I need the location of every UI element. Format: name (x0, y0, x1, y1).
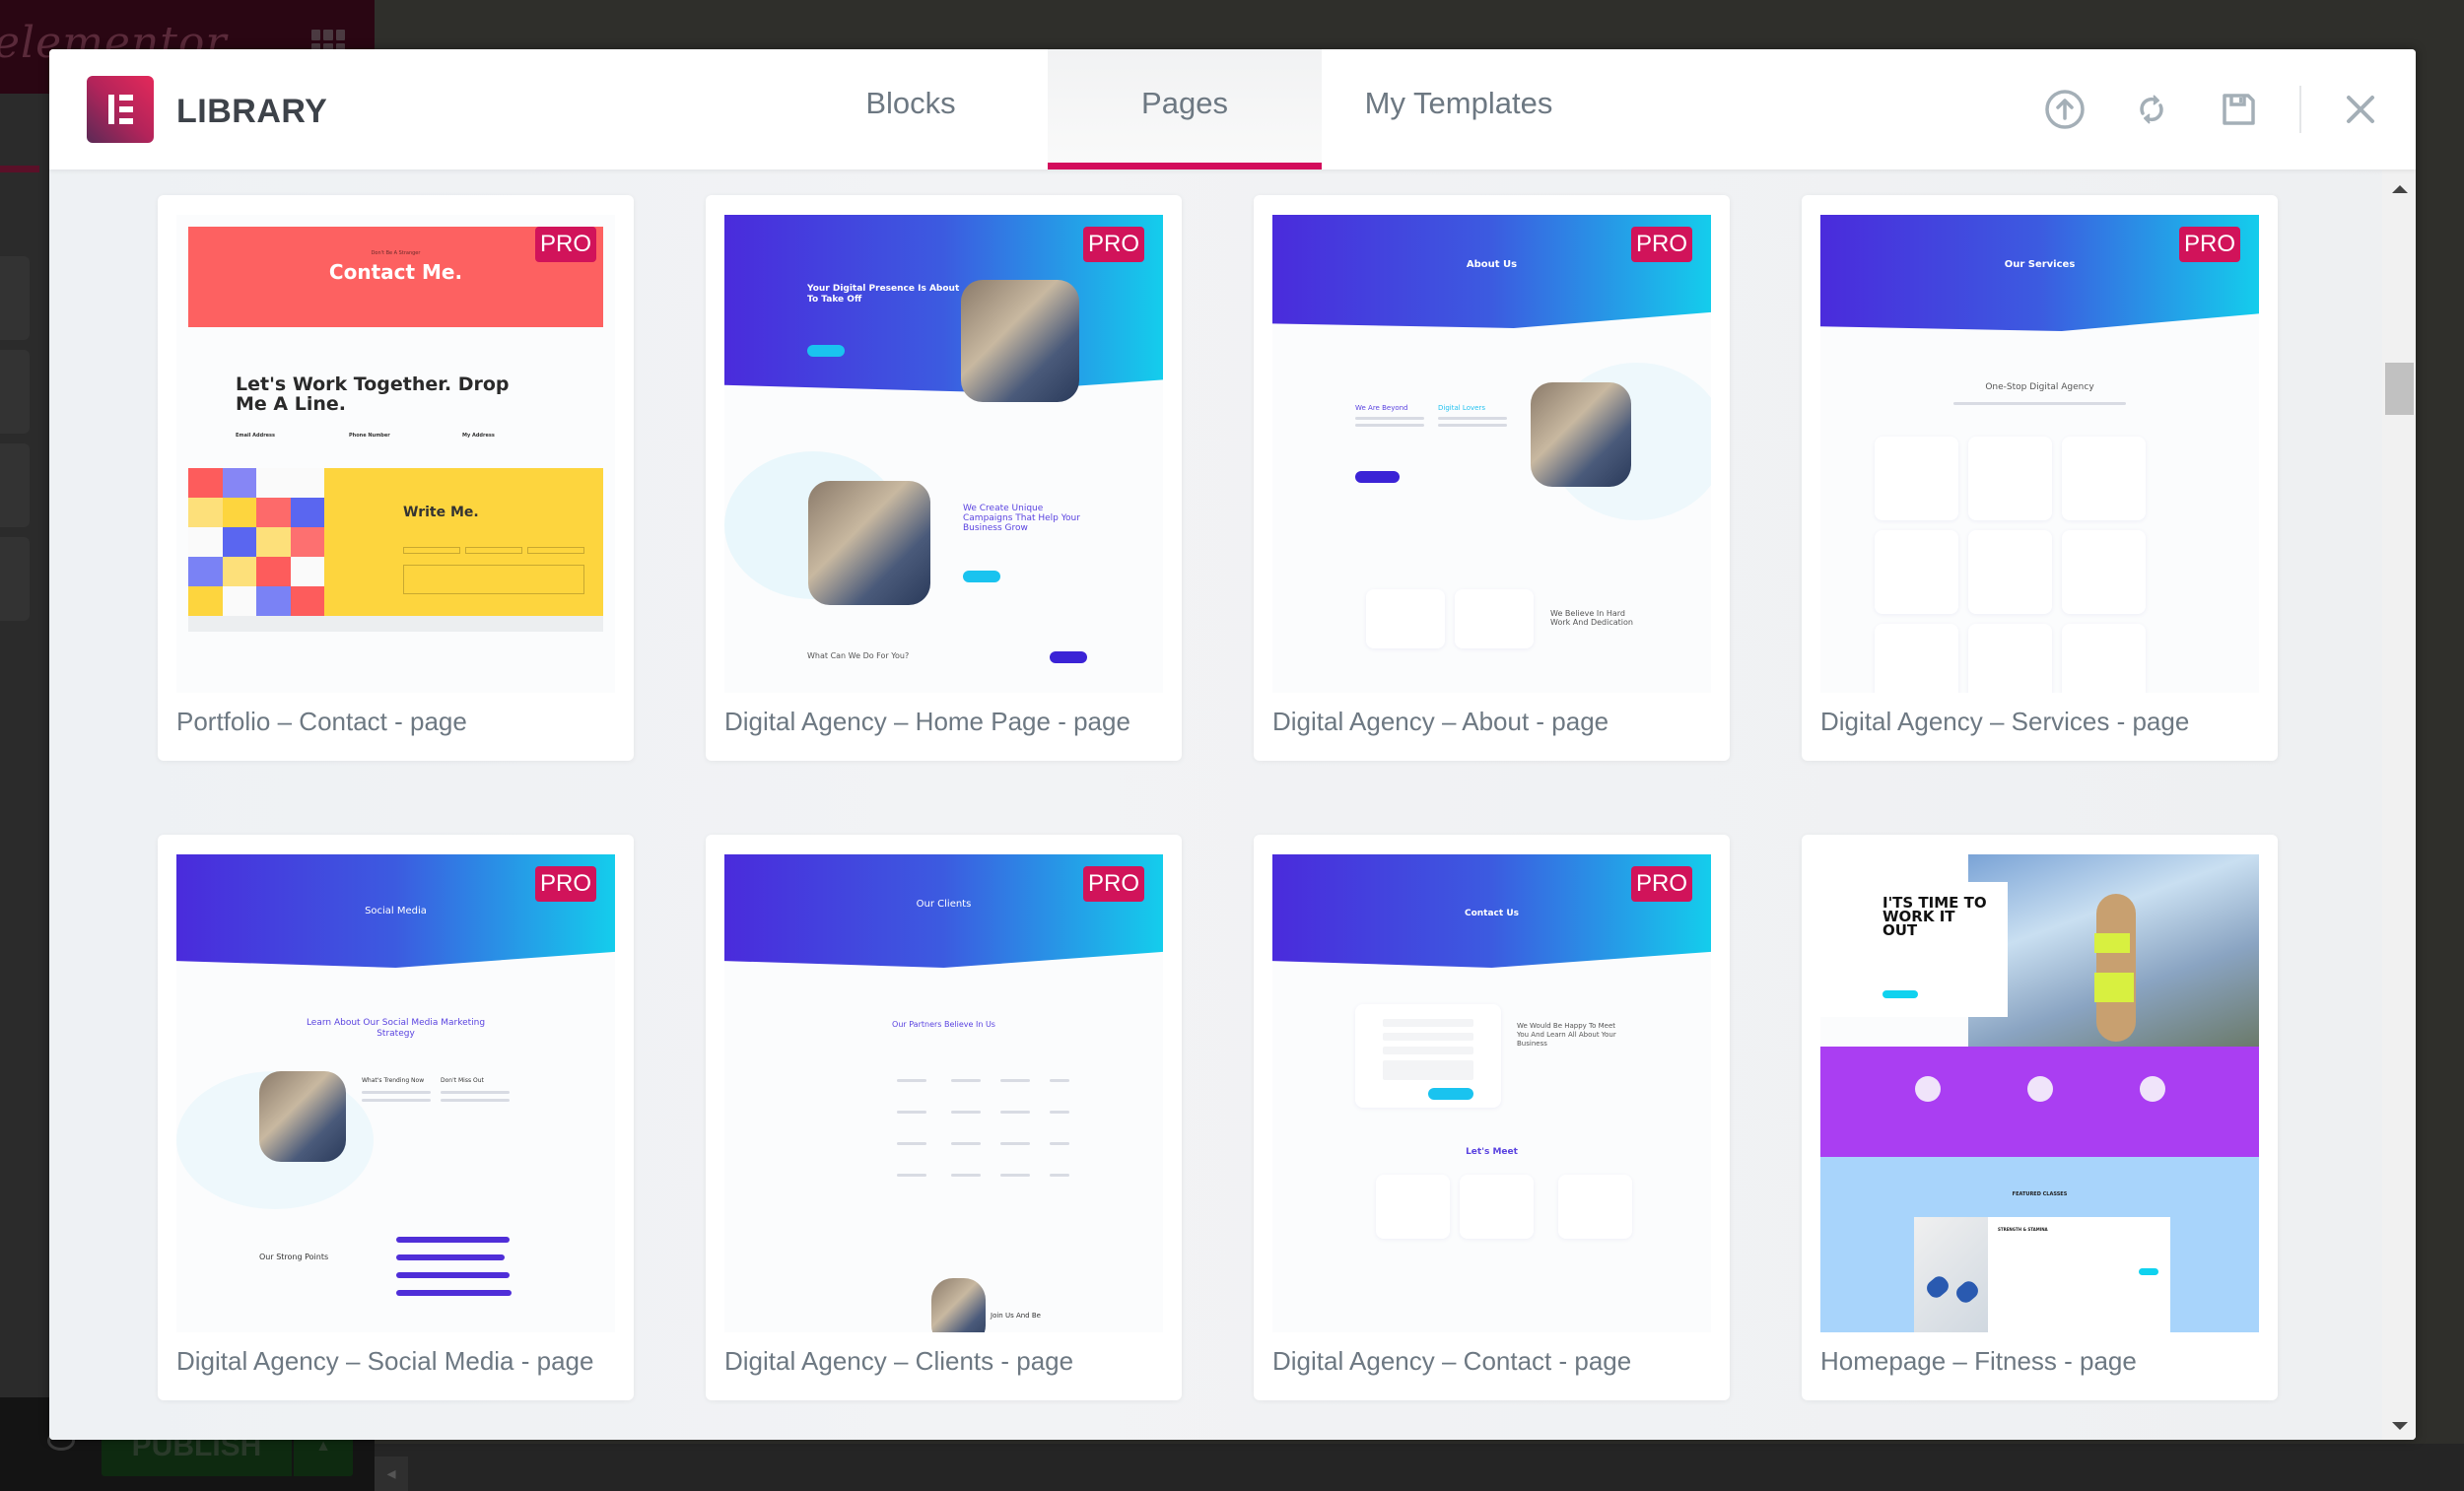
header-divider (2299, 86, 2301, 133)
template-card[interactable]: PRO Our Services One-Stop Digital Agency… (1802, 195, 2278, 761)
tab-pages[interactable]: Pages (1048, 49, 1322, 169)
preview-subheading: Let's Work Together. Drop Me A Line. (236, 373, 510, 415)
preview-field: My Address (462, 433, 495, 439)
editor-widget (0, 537, 30, 621)
template-title: Digital Agency – Social Media - page (176, 1346, 594, 1376)
preview-section-heading: We Would Be Happy To Meet You And Learn … (1517, 1022, 1616, 1048)
template-preview[interactable]: PRO About Us We Are Beyond Digital Lover… (1272, 215, 1711, 693)
preview-section-heading: Learn About Our Social Media Marketing S… (306, 1018, 486, 1039)
template-card[interactable]: I'TS TIME TO WORK IT OUT FEATURED CLASSE… (1802, 835, 2278, 1400)
preview-section-heading: We Create Unique Campaigns That Help You… (963, 504, 1080, 533)
preview-heading: Social Media (365, 906, 427, 916)
template-title: Digital Agency – Clients - page (724, 1346, 1074, 1376)
scrollbar-thumb[interactable] (2385, 363, 2414, 415)
preview-field: Email Address (236, 433, 276, 439)
pro-badge: PRO (1631, 866, 1692, 902)
pro-badge: PRO (1631, 227, 1692, 262)
floppy-disk-icon (2223, 94, 2255, 125)
editor-widget (0, 443, 30, 527)
template-preview[interactable]: PRO Social Media Learn About Our Social … (176, 854, 615, 1332)
template-card[interactable]: PRO About Us We Are Beyond Digital Lover… (1254, 195, 1730, 761)
scrollbar[interactable] (2382, 169, 2416, 1440)
preview-column-title: What's Trending Now (362, 1077, 425, 1084)
template-preview[interactable]: I'TS TIME TO WORK IT OUT FEATURED CLASSE… (1820, 854, 2259, 1332)
import-template-button[interactable] (2021, 80, 2108, 139)
preview-footer-heading: What Can We Do For You? (807, 651, 910, 660)
library-tabs: Blocks Pages My Templates (774, 49, 1596, 169)
close-icon (2347, 96, 2374, 123)
template-card[interactable]: PRO Don't Be A Stranger Contact Me. Let'… (158, 195, 634, 761)
template-title: Homepage – Fitness - page (1820, 1346, 2137, 1376)
upload-circle-icon (2045, 90, 2085, 129)
modal-header: LIBRARY Blocks Pages My Templates (49, 49, 2416, 169)
sync-library-button[interactable] (2108, 80, 2195, 139)
editor-widget (0, 256, 30, 340)
sync-icon (2140, 95, 2163, 124)
close-modal-button[interactable] (2321, 80, 2400, 139)
templates-grid: PRO Don't Be A Stranger Contact Me. Let'… (158, 195, 2278, 1400)
editor-tab-indicator (0, 166, 39, 172)
preview-footer-heading: Join Us And Be (991, 1312, 1041, 1320)
template-card[interactable]: PRO Contact Us We Would Be Happy To Meet… (1254, 835, 1730, 1400)
preview-column-title: Don't Miss Out (441, 1077, 484, 1084)
template-title: Digital Agency – Services - page (1820, 707, 2190, 736)
template-title: Portfolio – Contact - page (176, 707, 467, 736)
header-actions (2021, 49, 2416, 169)
preview-field: Phone Number (349, 433, 390, 439)
tab-blocks[interactable]: Blocks (774, 49, 1048, 169)
preview-footer-heading: Our Strong Points (259, 1253, 329, 1261)
template-preview[interactable]: PRO Our Clients Our Partners Believe In … (724, 854, 1163, 1332)
template-preview[interactable]: PRO Our Services One-Stop Digital Agency (1820, 215, 2259, 693)
preview-section-heading: FEATURED CLASSES (2012, 1191, 2068, 1197)
preview-column-title: Digital Lovers (1438, 404, 1485, 412)
library-modal: LIBRARY Blocks Pages My Templates PRO Do… (49, 49, 2416, 1440)
preview-heading: Contact Me. (328, 260, 463, 284)
editor-widget (0, 350, 30, 434)
collapse-panel-icon: ◂ (375, 1457, 408, 1491)
pro-badge: PRO (535, 866, 596, 902)
preview-footer-heading: Let's Meet (1466, 1147, 1518, 1157)
template-preview[interactable]: PRO Contact Us We Would Be Happy To Meet… (1272, 854, 1711, 1332)
save-template-button[interactable] (2195, 80, 2282, 139)
pro-badge: PRO (535, 227, 596, 262)
preview-heading: Your Digital Presence Is About To Take O… (807, 284, 960, 305)
template-card[interactable]: PRO Social Media Learn About Our Social … (158, 835, 634, 1400)
template-preview[interactable]: PRO Don't Be A Stranger Contact Me. Let'… (176, 215, 615, 693)
pro-badge: PRO (1083, 866, 1144, 902)
template-card[interactable]: PRO Our Clients Our Partners Believe In … (706, 835, 1182, 1400)
elementor-logo-icon (87, 76, 154, 143)
template-preview[interactable]: PRO Your Digital Presence Is About To Ta… (724, 215, 1163, 693)
template-card[interactable]: PRO Your Digital Presence Is About To Ta… (706, 195, 1182, 761)
preview-heading: Contact Us (1464, 909, 1519, 918)
pro-badge: PRO (2179, 227, 2240, 262)
preview-form-heading: Write Me. (403, 505, 479, 520)
templates-scroll-area: PRO Don't Be A Stranger Contact Me. Let'… (49, 169, 2416, 1440)
scroll-up-arrow-icon[interactable] (2392, 185, 2408, 193)
scroll-down-arrow-icon[interactable] (2392, 1422, 2408, 1430)
preview-footer-heading: We Believe In Hard Work And Dedication (1550, 609, 1633, 627)
template-title: Digital Agency – Contact - page (1272, 1346, 1632, 1376)
preview-class-title: STRENGTH & STAMINA (1998, 1227, 2048, 1232)
template-title: Digital Agency – Home Page - page (724, 707, 1130, 736)
preview-heading: I'TS TIME TO WORK IT OUT (1882, 894, 1987, 939)
tab-my-templates[interactable]: My Templates (1322, 49, 1596, 169)
preview-section-heading: One-Stop Digital Agency (1985, 382, 2094, 392)
template-title: Digital Agency – About - page (1272, 707, 1609, 736)
preview-section-heading: Our Partners Believe In Us (892, 1020, 995, 1029)
editor-canvas-footer (375, 1444, 2464, 1491)
library-title: LIBRARY (176, 93, 328, 130)
preview-column-title: We Are Beyond (1355, 404, 1408, 412)
pro-badge: PRO (1083, 227, 1144, 262)
